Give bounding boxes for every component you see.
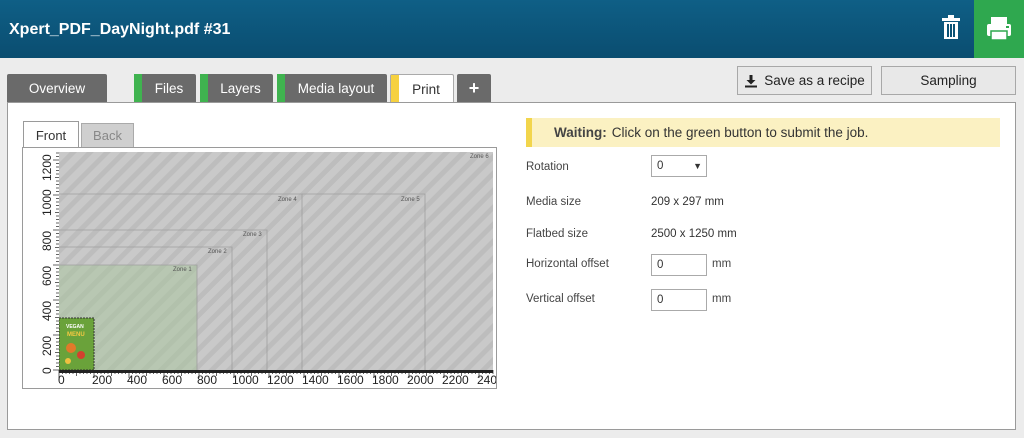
delete-button[interactable] [934, 12, 968, 46]
status-stripe [277, 74, 285, 102]
status-banner: Waiting: Click on the green button to su… [526, 118, 1000, 147]
tab-layers-label: Layers [220, 80, 261, 96]
submit-print-button[interactable] [974, 0, 1024, 58]
x-tick-label: 1600 [337, 373, 364, 387]
y-tick-label: 0 [40, 367, 54, 374]
status-stripe [200, 74, 208, 102]
thumbnail-text: MENU [67, 332, 85, 338]
sampling-label: Sampling [920, 73, 977, 88]
status-message: Click on the green button to submit the … [611, 125, 869, 140]
sampling-button[interactable]: Sampling [881, 66, 1016, 95]
download-icon [745, 74, 758, 87]
horizontal-offset-input[interactable]: 0 [651, 254, 707, 276]
tab-print[interactable]: Print [390, 74, 454, 103]
tab-media-layout-label: Media layout [297, 80, 375, 96]
status-stripe [134, 74, 142, 102]
tab-front[interactable]: Front [23, 121, 79, 148]
save-as-recipe-label: Save as a recipe [764, 73, 865, 88]
y-tick-label: 200 [40, 336, 54, 356]
horizontal-offset-value: 0 [657, 259, 664, 271]
x-tick-label: 1800 [372, 373, 399, 387]
vertical-offset-unit: mm [712, 293, 732, 305]
flatbed-preview: Zone 1 Zone 2 Zone 3 Zone 4 Zone 5 Zone … [22, 147, 497, 389]
plus-icon: + [468, 77, 480, 98]
x-tick-label: 0 [58, 373, 65, 387]
horizontal-offset-unit: mm [712, 258, 732, 270]
trash-icon [942, 15, 960, 39]
tab-files[interactable]: Files [134, 74, 196, 102]
x-tick-label: 2000 [407, 373, 434, 387]
zone-label: Zone 4 [278, 197, 297, 203]
rotation-value: 0 [657, 160, 664, 172]
tab-print-label: Print [412, 81, 440, 97]
vertical-offset-input[interactable]: 0 [651, 289, 707, 311]
media-size-value: 209 x 297 mm [651, 196, 724, 208]
x-tick-label: 1200 [267, 373, 294, 387]
y-tick-label: 1000 [40, 189, 54, 216]
vertical-offset-value: 0 [657, 294, 664, 306]
x-tick-label: 1000 [232, 373, 259, 387]
tab-layers[interactable]: Layers [200, 74, 273, 102]
x-tick-label: 2200 [442, 373, 469, 387]
zone-label: Zone 6 [470, 154, 489, 160]
vertical-offset-label: Vertical offset [526, 293, 595, 305]
tab-media-layout[interactable]: Media layout [277, 74, 387, 102]
x-tick-label: 600 [162, 373, 182, 387]
flatbed-canvas: Zone 1 Zone 2 Zone 3 Zone 4 Zone 5 Zone … [40, 152, 497, 387]
job-title: Xpert_PDF_DayNight.pdf #31 [9, 21, 231, 38]
tab-back[interactable]: Back [81, 123, 134, 148]
zone-label: Zone 1 [173, 267, 192, 273]
zone-label: Zone 5 [401, 197, 420, 203]
rotation-label: Rotation [526, 161, 569, 173]
tab-front-label: Front [35, 127, 67, 143]
zone-label: Zone 3 [243, 232, 262, 238]
horizontal-offset-label: Horizontal offset [526, 258, 609, 270]
x-tick-label: 1400 [302, 373, 329, 387]
rotation-select[interactable]: 0 ▼ [651, 155, 707, 177]
media-thumbnail[interactable]: VEGAN MENU [58, 317, 95, 371]
zone-label: Zone 2 [208, 249, 227, 255]
x-tick-label: 200 [92, 373, 112, 387]
y-tick-label: 1200 [40, 154, 54, 181]
y-tick-label: 600 [40, 266, 54, 286]
add-tab-button[interactable]: + [457, 74, 491, 102]
tab-overview-label: Overview [28, 80, 86, 96]
media-size-label: Media size [526, 196, 581, 208]
tab-files-label: Files [154, 80, 184, 96]
x-tick-label: 400 [127, 373, 147, 387]
printer-icon [987, 17, 1011, 41]
tab-overview[interactable]: Overview [7, 74, 107, 102]
thumbnail-text: VEGAN [66, 324, 84, 330]
x-tick-label: 240 [477, 373, 496, 387]
y-tick-label: 400 [40, 301, 54, 321]
y-tick-label: 800 [40, 231, 54, 251]
tab-back-label: Back [93, 128, 122, 143]
chevron-down-icon: ▼ [693, 161, 702, 171]
status-stripe [391, 75, 399, 103]
flatbed-size-label: Flatbed size [526, 228, 589, 240]
title-bar: Xpert_PDF_DayNight.pdf #31 [0, 0, 1024, 58]
x-tick-label: 800 [197, 373, 217, 387]
save-as-recipe-button[interactable]: Save as a recipe [737, 66, 872, 95]
status-label: Waiting: [554, 125, 607, 140]
flatbed-size-value: 2500 x 1250 mm [651, 228, 737, 240]
